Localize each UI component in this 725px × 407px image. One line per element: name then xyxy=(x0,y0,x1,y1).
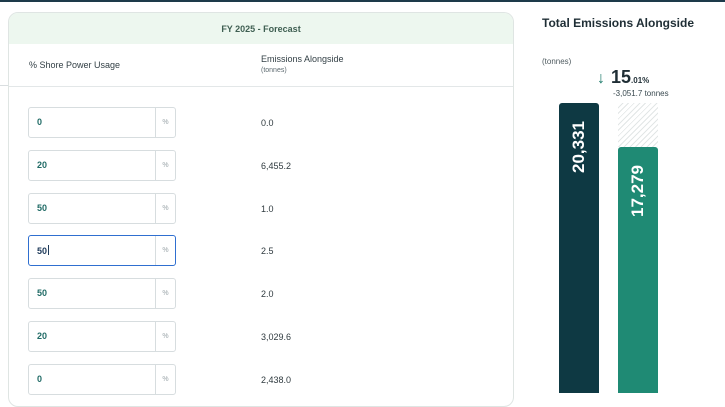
percent-suffix: % xyxy=(155,322,175,351)
emissions-value: 2.0 xyxy=(261,289,274,299)
arrow-down-icon: ↓ xyxy=(597,70,605,87)
shore-power-input[interactable]: 20 % xyxy=(28,321,176,352)
emissions-value: 6,455.2 xyxy=(261,161,292,171)
top-border xyxy=(0,0,725,2)
shore-power-input-focused[interactable]: 50 % xyxy=(28,235,176,266)
shore-power-value[interactable]: 0 xyxy=(37,117,42,127)
shore-power-value[interactable]: 20 xyxy=(37,331,47,341)
shore-power-value[interactable]: 0 xyxy=(37,374,42,384)
forecast-bar-label: 17,279 xyxy=(628,164,647,217)
emissions-header: Emissions Alongside xyxy=(261,54,344,64)
emissions-value: 0.0 xyxy=(261,118,274,128)
table-row: 20 % 6,455.2 xyxy=(9,150,513,184)
shore-power-value[interactable]: 50 xyxy=(37,288,47,298)
table-row: 50 % 2.0 xyxy=(9,278,513,312)
text-caret xyxy=(48,245,50,255)
shore-power-input[interactable]: 50 % xyxy=(28,193,176,224)
shore-power-input[interactable]: 0 % xyxy=(28,364,176,395)
table-row: 50 % 2.5 xyxy=(9,235,513,269)
delta-percent: ↓ 15 .01% xyxy=(597,67,649,88)
shore-power-value[interactable]: 20 xyxy=(37,160,47,170)
table-row: 0 % 0.0 xyxy=(9,107,513,141)
percent-suffix: % xyxy=(155,236,175,265)
emissions-value: 3,029.6 xyxy=(261,332,292,342)
shore-power-input[interactable]: 0 % xyxy=(28,107,176,138)
summary-title: Total Emissions Alongside xyxy=(542,16,695,30)
shore-power-input[interactable]: 50 % xyxy=(28,278,176,309)
reduction-hatch xyxy=(618,103,658,147)
emissions-value: 1.0 xyxy=(261,204,274,214)
percent-suffix: % xyxy=(155,365,175,394)
shore-power-header: % Shore Power Usage xyxy=(29,60,121,70)
panel-header: FY 2025 - Forecast xyxy=(9,13,513,44)
delta-tonnes: -3,051.7 tonnes xyxy=(613,89,669,98)
delta-integer: 15 xyxy=(611,67,632,87)
percent-suffix: % xyxy=(155,108,175,137)
baseline-bar-label: 20,331 xyxy=(569,121,588,173)
emissions-unit: (tonnes) xyxy=(261,67,287,74)
table-row: 50 % 1.0 xyxy=(9,193,513,227)
shore-power-value[interactable]: 50 xyxy=(37,203,47,213)
summary-unit: (tonnes) xyxy=(542,57,572,66)
delta-decimal: .01% xyxy=(631,76,650,85)
emissions-value: 2.5 xyxy=(261,246,274,256)
shore-power-value[interactable]: 50 xyxy=(37,245,50,256)
emissions-value: 2,438.0 xyxy=(261,375,292,385)
shore-power-input[interactable]: 20 % xyxy=(28,150,176,181)
table-row: 20 % 3,029.6 xyxy=(9,321,513,355)
percent-suffix: % xyxy=(155,151,175,180)
forecast-panel: FY 2025 - Forecast % Shore Power Usage E… xyxy=(8,12,514,407)
column-headers: % Shore Power Usage Emissions Alongside … xyxy=(9,44,513,87)
percent-suffix: % xyxy=(155,279,175,308)
percent-suffix: % xyxy=(155,194,175,223)
